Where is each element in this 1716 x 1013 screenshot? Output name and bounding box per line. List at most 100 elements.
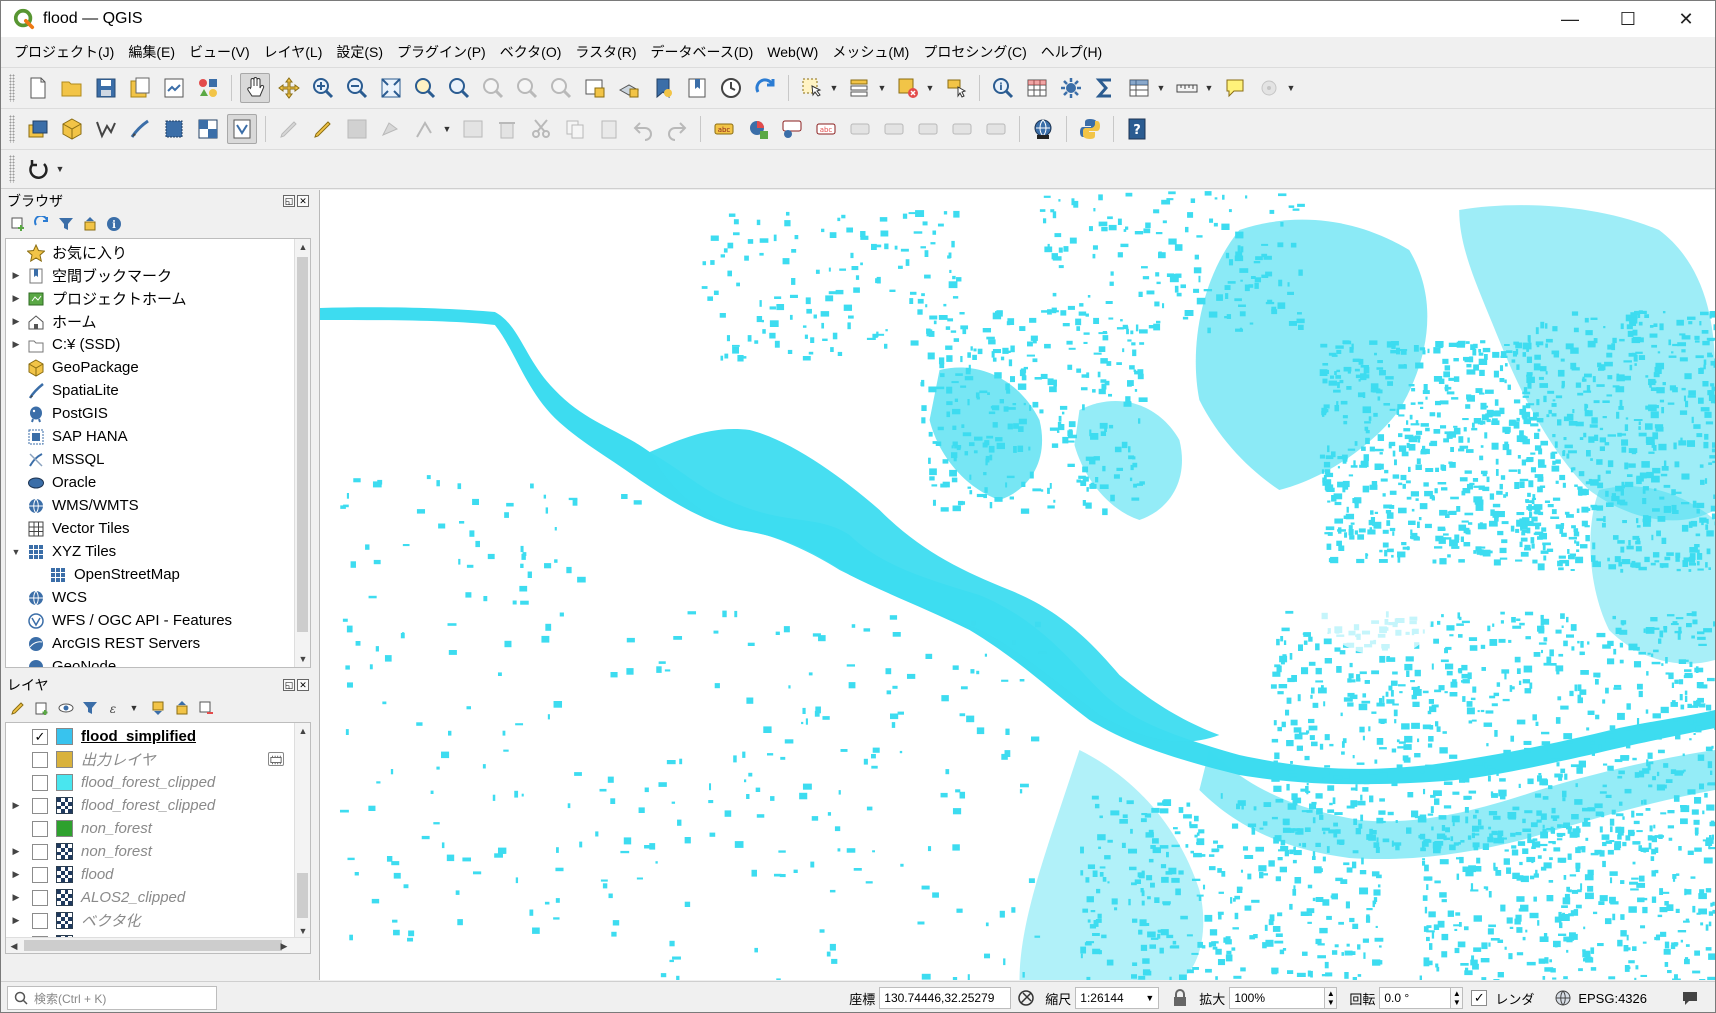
layers-scrollbar[interactable]: ▲ ▼ [294,723,310,939]
collapse-all-icon[interactable] [81,215,99,233]
deselect-dropdown-icon[interactable]: ▼ [925,73,935,103]
browser-item[interactable]: ▶ プロジェクトホーム [6,287,187,310]
manage-map-themes-icon[interactable] [57,699,75,717]
magnifier-field[interactable]: 100% [1229,987,1326,1009]
scale-dropdown-icon[interactable]: ▼ [1145,993,1154,1003]
zoom-last-icon[interactable] [512,73,542,103]
scroll-left-icon[interactable]: ◀ [6,938,22,953]
menu-database[interactable]: データベース(D) [644,42,761,62]
temporal-controller-icon[interactable] [716,73,746,103]
coordinate-field[interactable]: 130.74446,32.25279 [879,987,1012,1009]
browser-item[interactable]: WMS/WMTS [6,494,139,517]
toolbar-handle[interactable] [9,114,15,143]
menu-processing[interactable]: プロセシング(C) [916,42,1033,62]
browser-item[interactable]: GeoNode [6,655,116,667]
save-as-icon[interactable] [125,73,155,103]
select-location-icon[interactable] [941,73,971,103]
filter-expression-dropdown-icon[interactable]: ▼ [129,699,139,717]
open-attribute-table-icon[interactable] [1022,73,1052,103]
save-project-icon[interactable] [91,73,121,103]
rotation-spinner[interactable]: ▲ ▼ [1451,987,1464,1009]
new-shapefile-layer-icon[interactable] [91,114,121,144]
new-3d-map-view-icon[interactable] [614,73,644,103]
memory-layer-icon[interactable] [268,752,284,766]
expand-arrow-icon[interactable]: ▶ [10,293,22,304]
vertex-tool-icon[interactable] [410,114,440,144]
annotation-dropdown-icon[interactable]: ▼ [1286,73,1296,103]
scroll-up-icon[interactable]: ▲ [295,723,310,739]
data-source-manager-icon[interactable] [23,114,53,144]
measure-dropdown-icon[interactable]: ▼ [1204,73,1214,103]
close-panel-icon[interactable]: ✕ [297,679,309,691]
processing-toolbox-icon[interactable] [1056,73,1086,103]
maximize-button[interactable]: ☐ [1599,1,1657,37]
refresh-icon[interactable] [750,73,780,103]
toggle-editing-icon[interactable] [308,114,338,144]
crs-label[interactable]: EPSG:4326 [1578,991,1647,1006]
float-panel-icon[interactable]: ◱ [283,195,295,207]
new-temporary-layer-icon[interactable] [193,114,223,144]
select-value-dropdown-icon[interactable]: ▼ [877,73,887,103]
menu-vector[interactable]: ベクタ(O) [493,42,569,62]
menu-project[interactable]: プロジェクト(J) [7,42,121,62]
menu-mesh[interactable]: メッシュ(M) [825,42,916,62]
locator-search[interactable]: 検索(Ctrl + K) [7,986,217,1010]
scroll-thumb[interactable] [297,257,308,632]
expand-arrow-icon[interactable]: ▶ [10,270,22,281]
zoom-out-icon[interactable] [342,73,372,103]
cut-features-icon[interactable] [526,114,556,144]
pan-to-selection-icon[interactable] [274,73,304,103]
layer-row[interactable]: ✓ flood_simplified [6,725,296,748]
close-panel-icon[interactable]: ✕ [297,195,309,207]
browser-item[interactable]: ▶ 空間ブックマーク [6,264,172,287]
paste-features-icon[interactable] [594,114,624,144]
quickmapservices-icon[interactable] [1028,114,1058,144]
collapse-arrow-icon[interactable]: ▼ [10,547,22,557]
modify-attributes-icon[interactable] [458,114,488,144]
browser-filter-icon[interactable] [57,215,75,233]
minimize-button[interactable]: — [1541,1,1599,37]
float-panel-icon[interactable]: ◱ [283,679,295,691]
rotate-dropdown-icon[interactable]: ▼ [55,154,65,184]
add-feature-icon[interactable] [376,114,406,144]
python-console-icon[interactable] [1075,114,1105,144]
add-selected-layers-icon[interactable] [9,215,27,233]
browser-refresh-icon[interactable] [33,215,51,233]
field-calculator-icon[interactable] [1124,73,1154,103]
new-bookmark-icon[interactable] [648,73,678,103]
browser-item[interactable]: Oracle [6,471,96,494]
browser-item[interactable]: Vector Tiles [6,517,130,540]
attributes-dropdown-icon[interactable]: ▼ [1156,73,1166,103]
move-label-icon[interactable] [845,114,875,144]
style-manager-icon[interactable] [193,73,223,103]
browser-item[interactable]: ▼ XYZ Tiles [6,540,117,563]
zoom-next-icon[interactable] [546,73,576,103]
layer-labeling-icon[interactable]: abc [709,114,739,144]
layers-hscrollbar[interactable]: ◀ ▶ [6,937,310,953]
expand-arrow-icon[interactable]: ▶ [10,892,22,903]
browser-item[interactable]: OpenStreetMap [6,563,180,586]
crs-globe-icon[interactable] [1552,987,1574,1009]
layer-visibility-checkbox[interactable] [32,912,48,929]
layer-row[interactable]: ▶ ベクタ化 [6,909,296,932]
expand-arrow-icon[interactable]: ▶ [10,869,22,880]
scroll-up-icon[interactable]: ▲ [295,239,310,255]
current-edits-icon[interactable] [274,114,304,144]
scroll-thumb[interactable] [297,873,308,918]
rotation-field[interactable]: 0.0 ° [1379,987,1452,1009]
select-dropdown-icon[interactable]: ▼ [829,73,839,103]
menu-web[interactable]: Web(W) [760,44,825,60]
close-button[interactable]: ✕ [1657,1,1715,37]
hscroll-thumb[interactable] [24,940,282,951]
layer-visibility-checkbox[interactable] [32,843,48,860]
layer-row[interactable]: 出力レイヤ [6,748,296,771]
menu-raster[interactable]: ラスタ(R) [568,42,643,62]
vertex-dropdown-icon[interactable]: ▼ [442,114,452,144]
browser-item[interactable]: WCS [6,586,87,609]
layer-styling-icon[interactable] [9,699,27,717]
filter-legend-icon[interactable] [81,699,99,717]
layer-diagram-icon[interactable] [743,114,773,144]
menu-help[interactable]: ヘルプ(H) [1034,42,1109,62]
pan-map-icon[interactable] [240,72,270,103]
expand-arrow-icon[interactable]: ▶ [10,915,22,926]
